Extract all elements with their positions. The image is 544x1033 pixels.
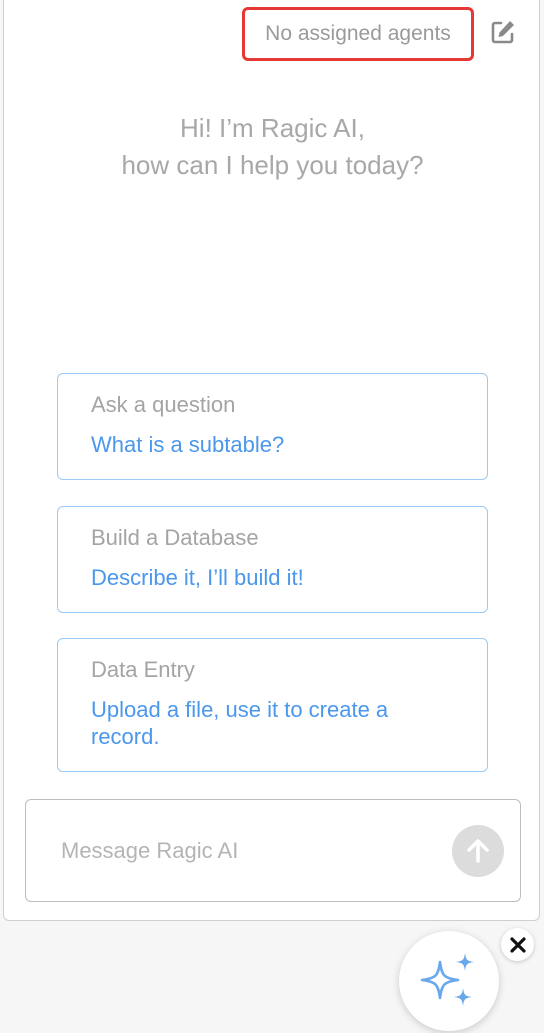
message-input[interactable]	[61, 838, 441, 864]
new-chat-button[interactable]	[489, 18, 517, 46]
suggestion-title: Build a Database	[91, 525, 259, 550]
suggestion-description: What is a subtable?	[91, 432, 285, 457]
assigned-agents-status[interactable]: No assigned agents	[242, 7, 474, 61]
greeting: Hi! I’m Ragic AI, how can I help you tod…	[4, 110, 541, 184]
close-icon	[509, 936, 526, 953]
close-launcher-button[interactable]	[501, 928, 534, 961]
edit-icon	[491, 21, 514, 44]
suggestion-build-database[interactable]: Build a Database Describe it, I’ll build…	[57, 506, 488, 613]
ragic-ai-launcher-button[interactable]	[399, 931, 499, 1031]
suggestion-description: Upload a file, use it to create a record…	[91, 697, 389, 749]
suggestion-title: Data Entry	[91, 657, 195, 682]
greeting-line-1: Hi! I’m Ragic AI,	[180, 113, 365, 143]
suggestion-title: Ask a question	[91, 392, 236, 417]
suggestion-data-entry[interactable]: Data Entry Upload a file, use it to crea…	[57, 638, 488, 772]
suggestion-description: Describe it, I’ll build it!	[91, 565, 304, 590]
greeting-line-2: how can I help you today?	[121, 150, 424, 180]
message-composer	[25, 799, 521, 902]
sparkles-icon	[420, 953, 474, 1006]
arrow-up-icon	[467, 839, 489, 863]
suggestion-ask-question[interactable]: Ask a question What is a subtable?	[57, 373, 488, 480]
send-button[interactable]	[452, 825, 504, 877]
ragic-ai-panel: No assigned agents Hi! I’m Ragic AI, how…	[3, 0, 540, 921]
assigned-agents-label: No assigned agents	[265, 22, 451, 45]
